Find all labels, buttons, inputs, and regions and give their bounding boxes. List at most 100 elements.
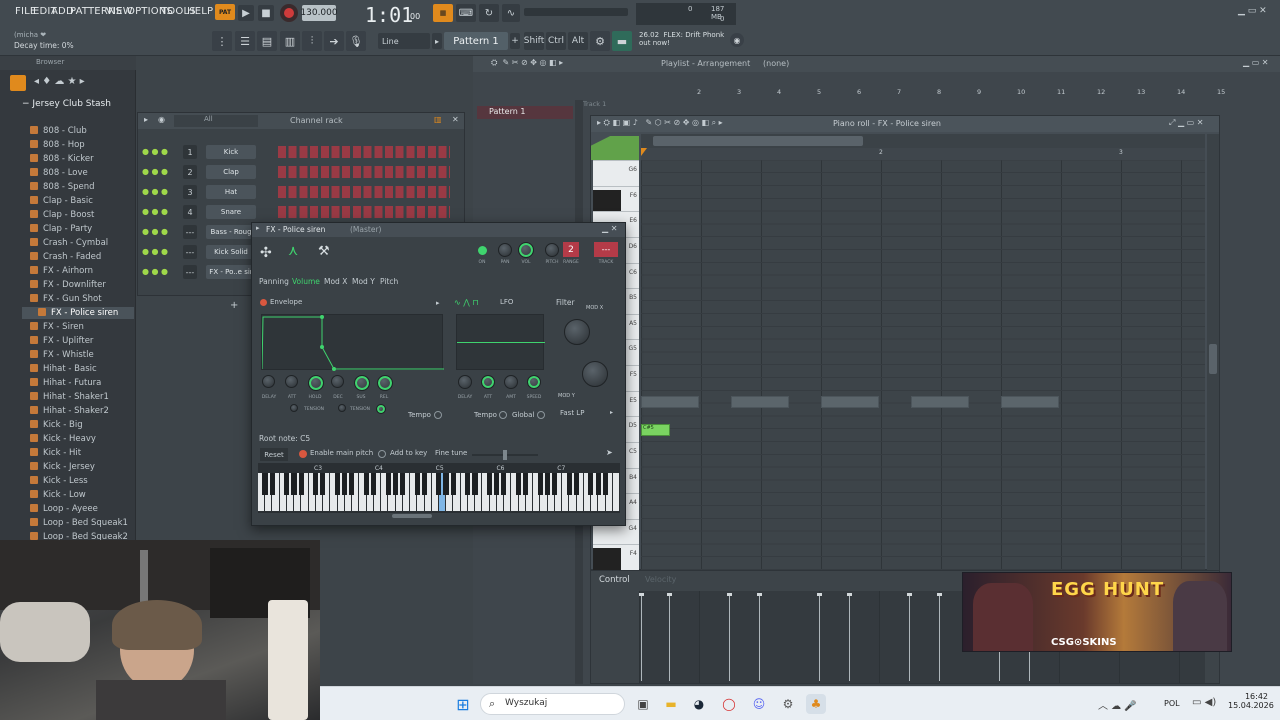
black-key[interactable] xyxy=(436,473,442,495)
velocity-bar[interactable] xyxy=(759,595,760,681)
mixer-icon[interactable]: ⫶ xyxy=(302,31,322,51)
lfo-knob-delay[interactable] xyxy=(458,375,472,389)
browser-item[interactable]: FX - Siren xyxy=(30,322,84,332)
graph-icon[interactable]: ▥ xyxy=(434,115,442,124)
browser-item[interactable]: Crash - Cymbal xyxy=(30,238,108,248)
black-key[interactable] xyxy=(385,473,391,495)
browser-item[interactable]: Crash - Faded xyxy=(30,252,101,262)
mixer-track-display[interactable]: --- xyxy=(594,242,618,257)
playhead-marker[interactable] xyxy=(641,148,647,156)
envelope-knob-rel[interactable] xyxy=(377,375,393,391)
tab-mod-y[interactable]: Mod Y xyxy=(352,277,375,286)
browser-item[interactable]: Clap - Boost xyxy=(30,210,94,220)
channel-mute-leds[interactable]: ● ● ● xyxy=(142,187,168,196)
fl-studio-icon[interactable]: ♣ xyxy=(806,694,826,714)
velocity-bar[interactable] xyxy=(819,595,820,681)
microphone-icon[interactable]: 🎙 xyxy=(346,31,366,51)
snap-select[interactable]: Line xyxy=(378,33,430,49)
note-grid[interactable]: C#5 xyxy=(641,160,1205,570)
browser-item[interactable]: Hihat - Shaker2 xyxy=(30,406,109,416)
channel-number[interactable]: 3 xyxy=(183,185,197,199)
pattern-selector[interactable]: Pattern 1 xyxy=(444,32,508,50)
playlist-window-controls[interactable]: ▁ ▭ ✕ xyxy=(1243,58,1269,67)
channel-number[interactable]: 1 xyxy=(183,145,197,159)
reset-button[interactable]: Reset xyxy=(260,448,288,461)
black-key[interactable] xyxy=(320,473,326,495)
black-key[interactable] xyxy=(566,473,572,495)
pattern-prev-button[interactable]: ▸ xyxy=(432,33,442,49)
black-key[interactable] xyxy=(421,473,427,495)
browser-item[interactable]: Hihat - Futura xyxy=(30,378,101,388)
step-sequencer-row[interactable] xyxy=(278,146,450,158)
browser-item[interactable]: Kick - Jersey xyxy=(30,462,95,472)
browser-filter-icon[interactable] xyxy=(10,75,26,91)
black-key[interactable] xyxy=(334,473,340,495)
typing-keyboard-button[interactable]: ⌨ xyxy=(456,4,476,22)
velocity-handle[interactable] xyxy=(907,593,912,596)
vol-knob[interactable] xyxy=(518,242,534,258)
vertical-scrollbar[interactable] xyxy=(1207,134,1219,570)
metronome-button[interactable]: ▦ xyxy=(433,4,453,22)
black-key[interactable] xyxy=(515,473,521,495)
pan-knob[interactable] xyxy=(498,243,512,257)
close-icon[interactable]: ✕ xyxy=(452,115,459,124)
vertical-scroll-thumb[interactable] xyxy=(1209,344,1217,374)
envelope-menu-icon[interactable]: ▸ xyxy=(436,299,440,307)
velocity-handle[interactable] xyxy=(757,593,762,596)
channel-number[interactable]: --- xyxy=(183,225,197,239)
file-explorer-icon[interactable]: ▬ xyxy=(661,694,681,714)
browser-item[interactable]: 808 - Hop xyxy=(30,140,85,150)
black-key[interactable] xyxy=(472,473,478,495)
snap-icon[interactable]: ⋮ xyxy=(212,31,232,51)
piano-roll-icon[interactable]: ▤ xyxy=(257,31,277,51)
windows-start-icon[interactable]: ⊞ xyxy=(453,694,473,714)
browser-item[interactable]: FX - Uplifter xyxy=(30,336,93,346)
browser-item[interactable]: Loop - Ayeee xyxy=(30,504,98,514)
task-view-icon[interactable]: ▣ xyxy=(633,694,653,714)
channel-name-button[interactable]: Snare xyxy=(206,205,256,219)
black-key[interactable] xyxy=(501,473,507,495)
channel-name-button[interactable]: FX - Po..e sir xyxy=(206,265,256,279)
white-key[interactable] xyxy=(612,473,619,511)
alt-key-button[interactable]: Alt xyxy=(568,32,588,50)
channel-rack-arrow-icon[interactable]: ▸ xyxy=(144,115,148,124)
black-key[interactable] xyxy=(284,473,290,495)
step-sequencer-row[interactable] xyxy=(278,166,450,178)
browser-item[interactable]: Kick - Low xyxy=(30,490,86,500)
velocity-handle[interactable] xyxy=(937,593,942,596)
settings-gear-icon[interactable]: ⚙ xyxy=(778,694,798,714)
velocity-bar[interactable] xyxy=(939,595,940,681)
channel-filter[interactable]: All xyxy=(174,115,258,127)
step-sequencer-row[interactable] xyxy=(278,186,450,198)
mod-y-knob[interactable] xyxy=(582,361,608,387)
browser-item[interactable]: Kick - Less xyxy=(30,476,88,486)
black-key[interactable] xyxy=(313,473,319,495)
browser-icon[interactable]: ➔ xyxy=(324,31,344,51)
velocity-bar[interactable] xyxy=(849,595,850,681)
envelope-enable-led[interactable] xyxy=(260,299,267,306)
black-key[interactable] xyxy=(414,473,420,495)
stop-button[interactable]: ■ xyxy=(258,5,274,21)
browser-item[interactable]: 808 - Spend xyxy=(30,182,95,192)
menu-help[interactable]: HELP xyxy=(187,6,213,17)
black-key[interactable] xyxy=(262,473,268,495)
browser-item[interactable]: 808 - Club xyxy=(30,126,87,136)
browser-item[interactable]: Clap - Basic xyxy=(30,196,93,206)
browser-item[interactable]: FX - Downlifter xyxy=(30,280,106,290)
black-key[interactable] xyxy=(291,473,297,495)
wrench-icon[interactable]: ⚒ xyxy=(318,244,330,259)
playlist-bar-ruler[interactable]: 2 3 4 5 6 7 8 9 10 11 12 13 14 15 xyxy=(657,88,1277,98)
pattern-mode-button[interactable]: PAT xyxy=(215,4,235,20)
browser-item[interactable]: FX - Police siren xyxy=(22,307,134,319)
velocity-handle[interactable] xyxy=(847,593,852,596)
browser-item[interactable]: Hihat - Shaker1 xyxy=(30,392,109,402)
black-key[interactable] xyxy=(363,473,369,495)
black-key[interactable] xyxy=(593,189,621,212)
mod-x-knob[interactable] xyxy=(564,319,590,345)
keyboard-menu-icon[interactable]: ➤ xyxy=(606,448,613,457)
velocity-bar[interactable] xyxy=(729,595,730,681)
wait-input-button[interactable]: ∿ xyxy=(502,4,520,22)
black-key[interactable] xyxy=(392,473,398,495)
online-icon[interactable]: ◉ xyxy=(730,33,744,47)
velocity-handle[interactable] xyxy=(727,593,732,596)
